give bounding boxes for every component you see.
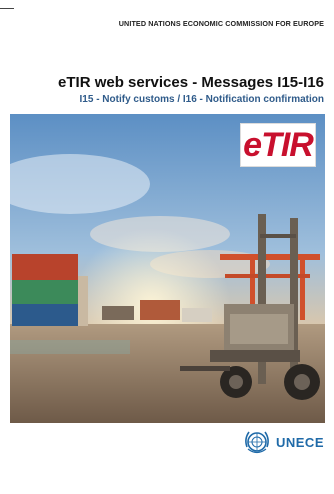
organization-name: UNITED NATIONS ECONOMIC COMMISSION FOR E…: [118, 19, 324, 28]
etir-logo: eTIR: [240, 123, 316, 167]
document-title: eTIR web services - Messages I15-I16: [58, 74, 324, 91]
etir-logo-text: eTIR: [243, 126, 314, 164]
document-subtitle: I15 - Notify customs / I16 - Notificatio…: [79, 94, 324, 105]
unece-logo-text: UNECE: [275, 434, 324, 450]
unece-logo: UNECE: [242, 427, 324, 457]
cover-photo: eTIR: [10, 114, 325, 423]
crop-mark: [0, 8, 14, 9]
un-emblem-icon: [245, 431, 269, 454]
